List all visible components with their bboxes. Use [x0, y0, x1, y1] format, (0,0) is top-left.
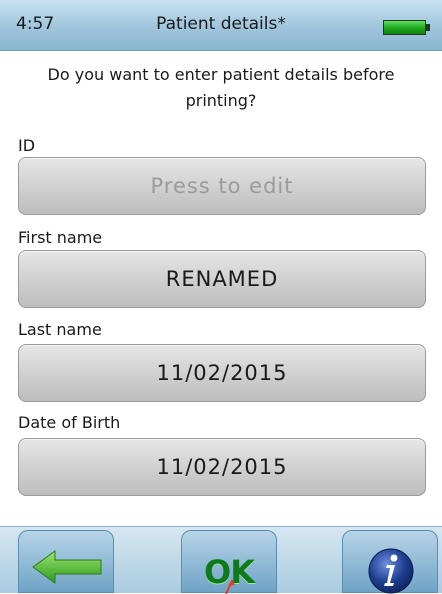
- ok-button[interactable]: OK: [181, 530, 277, 594]
- date-of-birth-label: Date of Birth: [18, 413, 121, 432]
- last-name-field[interactable]: 11/02/2015: [18, 344, 426, 402]
- back-button[interactable]: [18, 530, 114, 593]
- info-icon: [368, 548, 414, 594]
- id-field[interactable]: Press to edit: [18, 157, 426, 215]
- info-button[interactable]: [342, 530, 438, 594]
- last-name-label: Last name: [18, 320, 102, 339]
- first-name-field[interactable]: RENAMED: [18, 250, 426, 308]
- date-of-birth-field[interactable]: 11/02/2015: [18, 438, 426, 496]
- back-arrow-icon: [32, 550, 102, 584]
- bottom-toolbar: OK: [0, 526, 442, 594]
- pointer-arrow-icon: [225, 579, 235, 594]
- screen-title: Patient details*: [156, 14, 286, 34]
- id-label: ID: [18, 136, 36, 155]
- first-name-label: First name: [18, 228, 103, 247]
- battery-icon: [383, 20, 431, 35]
- status-bar: 4:57 Patient details*: [0, 0, 442, 51]
- prompt-text: Do you want to enter patient details bef…: [47, 65, 395, 110]
